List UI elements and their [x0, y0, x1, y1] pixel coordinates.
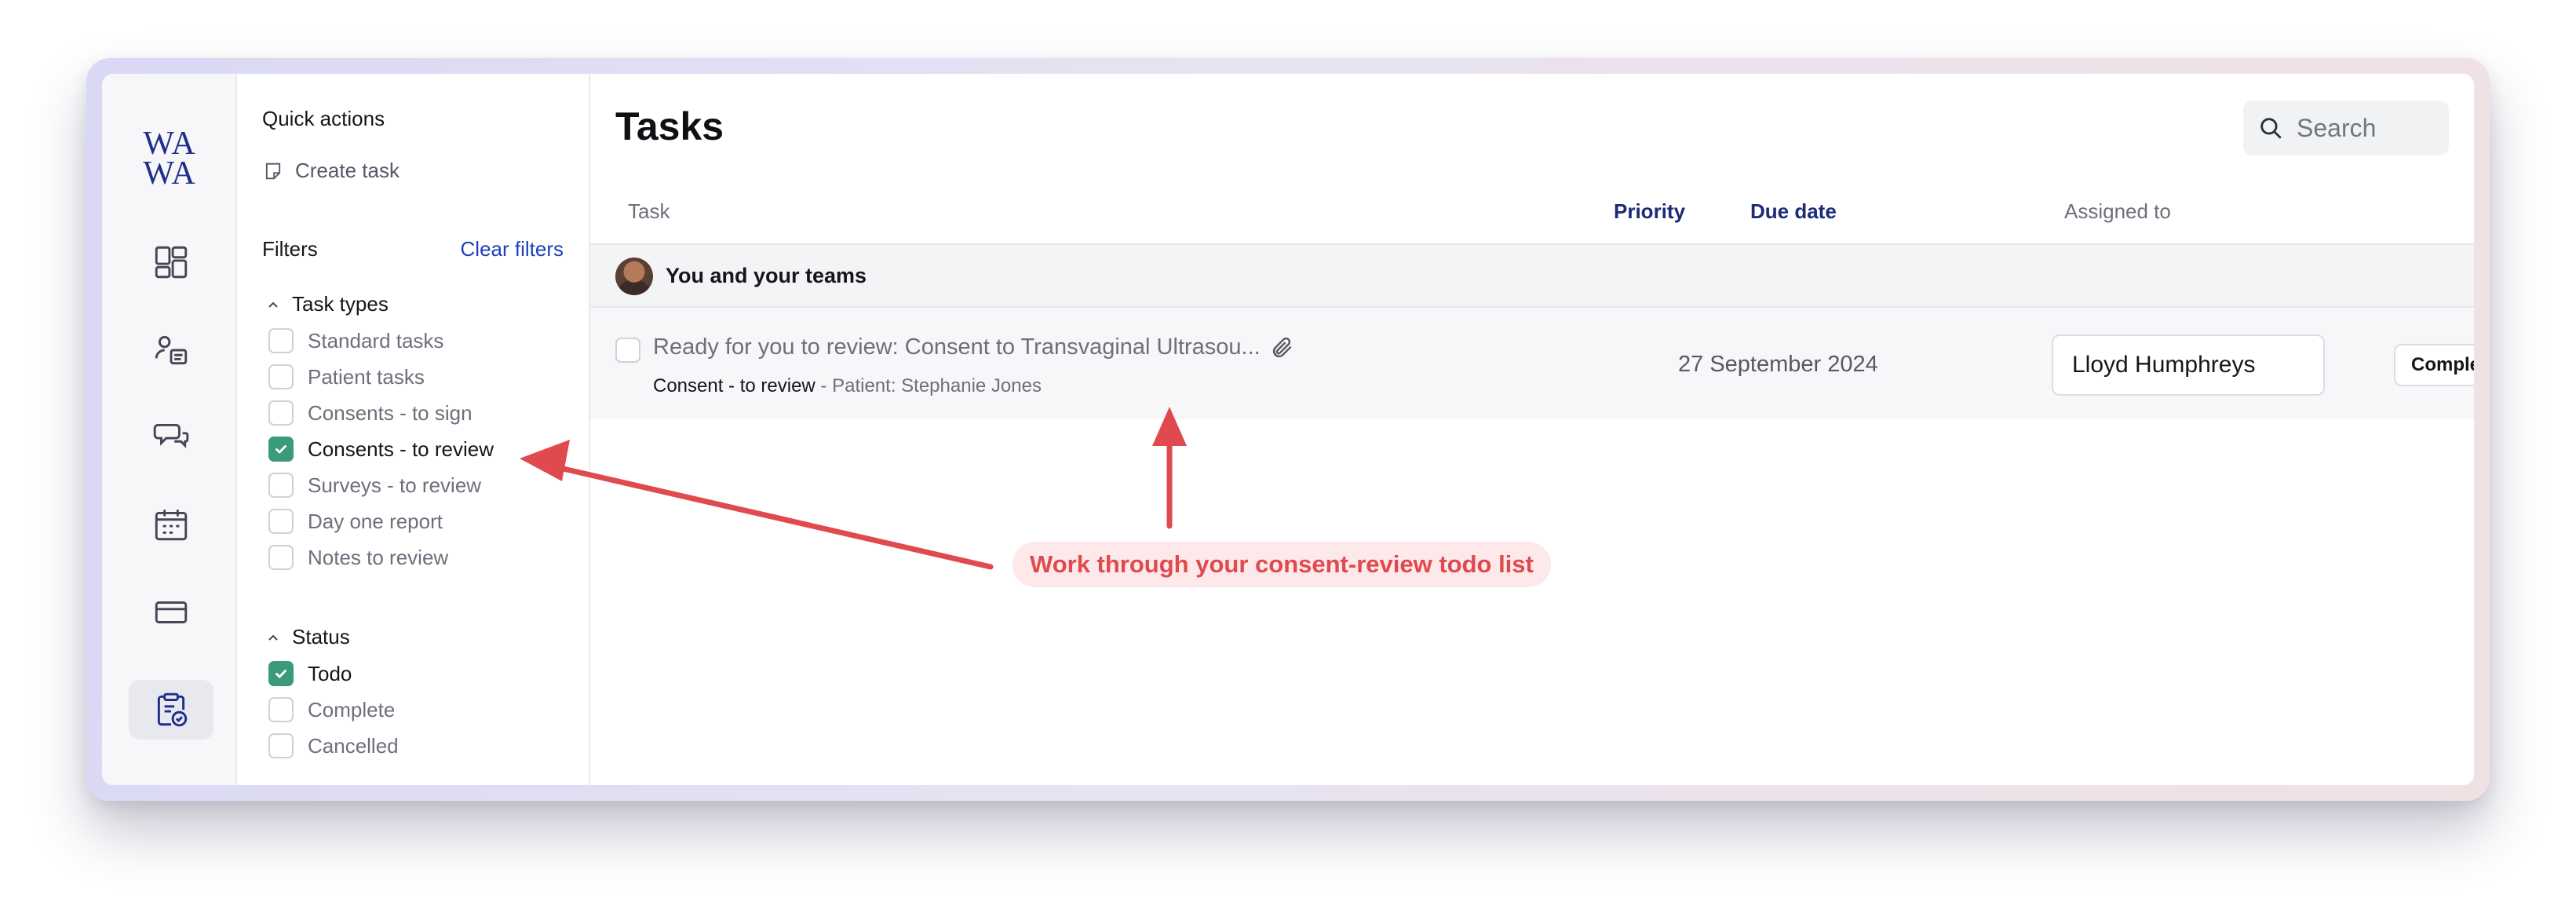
task-type-option-label: Patient tasks [308, 364, 425, 389]
rail-item-payments[interactable] [129, 583, 213, 642]
status-option[interactable]: Cancelled [268, 733, 399, 758]
task-type-option[interactable]: Standard tasks [268, 328, 443, 353]
task-type-option[interactable]: Day one report [268, 509, 443, 534]
status-toggle[interactable]: Status [265, 625, 350, 649]
checkbox[interactable] [268, 509, 294, 534]
chevron-up-icon [268, 301, 278, 308]
task-type-option-label: Surveys - to review [308, 473, 482, 497]
table-row[interactable]: Ready for you to review: Consent to Tran… [590, 308, 2474, 419]
task-type-option-label: Consents - to sign [308, 400, 473, 425]
task-type-option[interactable]: Consents - to sign [268, 400, 473, 426]
search-icon [2260, 118, 2282, 139]
checkbox-checked[interactable] [268, 437, 294, 462]
logo-line-1: WA [143, 126, 196, 162]
task-type-option[interactable]: Notes to review [268, 545, 448, 570]
task-title[interactable]: Ready for you to review: Consent to Tran… [653, 334, 1295, 360]
assignee-value: Lloyd Humphreys [2072, 352, 2256, 378]
rail-item-patients[interactable] [129, 320, 213, 380]
task-title-text: Ready for you to review: Consent to Tran… [653, 334, 1261, 360]
patient-list-icon [155, 335, 188, 365]
tasks-clipboard-icon [157, 692, 188, 727]
tasks-main: Tasks Search Task Priority Due date Assi… [590, 74, 2474, 785]
rail-item-dashboard[interactable] [129, 232, 213, 292]
task-due-date: 27 September 2024 [1678, 352, 1878, 377]
column-header-task[interactable]: Task [628, 199, 670, 224]
status-option[interactable]: Todo [268, 661, 352, 686]
column-header-priority[interactable]: Priority [1614, 199, 1685, 224]
create-note-icon [265, 163, 281, 179]
status-heading: Status [292, 625, 350, 648]
brand-logo[interactable]: WA WA [133, 126, 206, 192]
task-type-option[interactable]: Patient tasks [268, 364, 425, 389]
task-types-heading: Task types [292, 292, 389, 316]
task-types-toggle[interactable]: Task types [265, 292, 389, 316]
annotation-callout: Work through your consent-review todo li… [1013, 542, 1551, 587]
create-task-label: Create task [295, 159, 400, 182]
dashboard-icon [155, 246, 188, 279]
payments-card-icon [155, 601, 188, 623]
task-type-option-label: Day one report [308, 509, 443, 533]
rail-item-messages[interactable] [129, 407, 213, 466]
complete-button[interactable]: Complete [2394, 344, 2474, 386]
task-type-option-label: Standard tasks [308, 328, 444, 353]
task-type-label: Consent - to review [653, 375, 815, 396]
search-placeholder: Search [2297, 113, 2377, 142]
search-input[interactable]: Search [2243, 100, 2449, 155]
task-type-option[interactable]: Surveys - to review [268, 473, 481, 498]
task-meta: Consent - to review - Patient: Stephanie… [653, 375, 1042, 397]
create-task-button[interactable]: Create task [262, 159, 400, 183]
paperclip-icon [1272, 337, 1292, 357]
calendar-icon [155, 510, 188, 541]
status-option-label: Complete [308, 697, 396, 722]
task-type-option-label: Notes to review [308, 545, 449, 569]
status-option-label: Cancelled [308, 733, 399, 758]
quick-actions-heading: Quick actions [262, 107, 385, 130]
rail-item-tasks[interactable] [129, 680, 213, 740]
checkbox[interactable] [268, 733, 294, 758]
messages-icon [153, 423, 189, 448]
logo-line-2: WA [143, 155, 196, 192]
assignee-select[interactable]: Lloyd Humphreys [2052, 334, 2325, 396]
task-meta-separator: - [815, 375, 833, 396]
column-header-assigned-to[interactable]: Assigned to [2064, 199, 2171, 224]
checkbox[interactable] [268, 364, 294, 389]
task-type-option-label: Consents - to review [308, 437, 494, 461]
page-title: Tasks [615, 104, 724, 148]
checkbox[interactable] [268, 400, 294, 426]
status-option-label: Todo [308, 661, 352, 685]
team-group-row: You and your teams [590, 245, 2474, 308]
checkbox-checked[interactable] [268, 661, 294, 686]
icon-rail: WA WA [102, 74, 237, 785]
checkbox[interactable] [268, 328, 294, 353]
checkbox[interactable] [268, 545, 294, 570]
checkbox[interactable] [268, 473, 294, 498]
rail-item-calendar[interactable] [129, 495, 213, 554]
status-option[interactable]: Complete [268, 697, 395, 722]
checkbox[interactable] [268, 697, 294, 722]
filters-panel: Quick actions Create task Filters Clear … [237, 74, 590, 785]
app-window: WA WA Quick actions Create task Filters … [102, 74, 2474, 785]
column-header-due-date[interactable]: Due date [1750, 199, 1837, 224]
task-select-checkbox[interactable] [615, 338, 640, 363]
app-frame: WA WA Quick actions Create task Filters … [86, 58, 2490, 801]
task-patient-label: Patient: Stephanie Jones [832, 375, 1042, 396]
team-group-label: You and your teams [666, 264, 867, 287]
filters-heading: Filters [262, 237, 318, 261]
clear-filters-link[interactable]: Clear filters [461, 237, 564, 261]
task-type-option[interactable]: Consents - to review [268, 437, 494, 462]
chevron-up-icon [268, 634, 278, 641]
avatar [615, 258, 653, 295]
